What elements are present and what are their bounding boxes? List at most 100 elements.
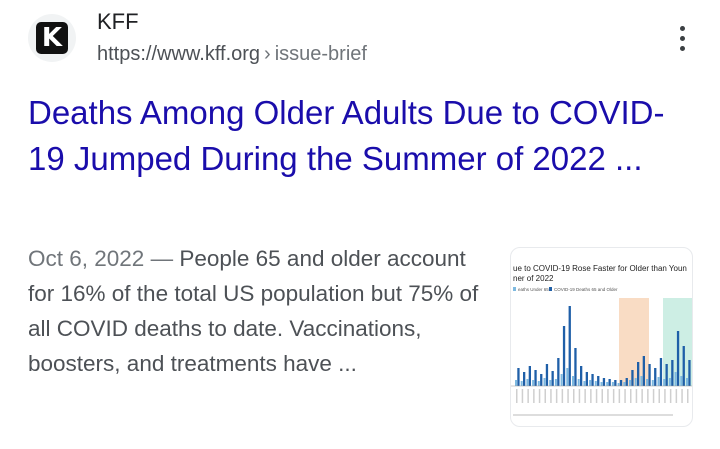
bar-under65	[572, 376, 574, 386]
bar-over65	[574, 348, 577, 386]
bar-under65	[549, 380, 552, 386]
tick-label	[578, 389, 581, 403]
bar-under65	[663, 379, 666, 386]
legend-swatch-under65	[513, 287, 516, 291]
bar-over65	[545, 364, 549, 386]
tick-label	[630, 389, 632, 403]
bar-under65	[674, 372, 677, 386]
bar-over65	[614, 380, 617, 386]
bar-under65	[543, 378, 546, 386]
bar-over65	[551, 371, 554, 386]
tick-label	[601, 389, 603, 403]
bar-under65	[554, 379, 557, 386]
bar-under65	[646, 379, 649, 386]
thumbnail-title-line1: ue to COVID-19 Rose Faster for Older tha…	[513, 264, 687, 273]
bar-over65	[625, 378, 628, 386]
bar-over65	[648, 364, 651, 386]
breadcrumb-separator: ›	[264, 43, 271, 65]
bar-over65	[597, 376, 600, 386]
bar-over65	[676, 331, 680, 386]
bar-under65	[634, 378, 637, 386]
bar-under65	[640, 376, 643, 386]
bar-under65	[589, 380, 592, 386]
bar-under65	[606, 382, 609, 386]
site-name[interactable]: KFF	[97, 9, 139, 35]
bar-over65	[688, 360, 691, 386]
tick-label	[544, 389, 546, 403]
thumbnail-title-line2: ner of 2022	[513, 274, 554, 283]
tick-label	[550, 389, 552, 403]
bar-over65	[580, 366, 583, 386]
bar-under65	[600, 382, 603, 386]
bar-over65	[585, 372, 588, 386]
bar-over65	[534, 370, 537, 386]
bar-over65	[528, 366, 531, 386]
bar-under65	[651, 380, 654, 386]
tick-label	[607, 389, 609, 403]
bar-under65	[560, 374, 563, 386]
bar-under65	[617, 383, 620, 386]
tick-label	[584, 389, 586, 403]
bar-under65	[526, 379, 529, 386]
tick-label	[669, 389, 672, 403]
bar-under65	[577, 379, 580, 386]
bar-over65	[682, 346, 685, 386]
bar-under65	[515, 380, 517, 386]
tick-label	[561, 389, 564, 403]
bar-under65	[566, 368, 569, 386]
bar-under65	[594, 381, 597, 386]
result-title-link[interactable]: Deaths Among Older Adults Due to COVID-1…	[28, 90, 698, 182]
result-snippet: Oct 6, 2022 — People 65 and older accoun…	[28, 241, 493, 381]
bar-over65	[523, 372, 526, 386]
bar-over65	[591, 374, 594, 386]
tick-label	[635, 389, 638, 403]
tick-label	[618, 389, 621, 403]
tick-label	[573, 389, 575, 403]
tick-label	[533, 389, 535, 403]
bar-over65	[562, 326, 566, 386]
bar-over65	[557, 358, 560, 386]
result-date: Oct 6, 2022	[28, 246, 145, 271]
bar-under65	[537, 381, 540, 386]
site-url-breadcrumb[interactable]: https://www.kff.org › issue-brief	[97, 43, 367, 66]
site-favicon[interactable]: K	[28, 14, 76, 62]
tick-label	[555, 389, 558, 403]
bar-over65	[568, 306, 571, 386]
bar-over65	[671, 360, 674, 386]
more-options-icon[interactable]	[668, 22, 696, 54]
bar-over65	[659, 358, 663, 386]
tick-label	[624, 389, 626, 403]
tick-label	[658, 389, 660, 403]
kff-logo-icon: K	[36, 22, 68, 54]
url-path: issue-brief	[274, 43, 367, 65]
tick-label	[664, 389, 666, 403]
url-domain: https://www.kff.org	[97, 43, 261, 65]
tick-label	[521, 389, 524, 403]
bar-under65	[611, 382, 614, 386]
bar-over65	[540, 374, 543, 386]
tick-label	[516, 389, 518, 403]
bar-under65	[657, 377, 660, 386]
tick-label	[675, 389, 678, 403]
bar-under65	[686, 378, 688, 386]
tick-label	[687, 389, 689, 403]
bar-under65	[532, 380, 535, 386]
legend-label-under65: eaths Under 65	[518, 287, 549, 292]
bar-under65	[623, 382, 626, 386]
legend-swatch-over65	[549, 287, 552, 291]
thumbnail-chart-image: ue to COVID-19 Rose Faster for Older tha…	[511, 264, 692, 416]
bar-over65	[654, 368, 657, 386]
bar-under65	[583, 381, 586, 386]
bar-under65	[520, 381, 523, 386]
thumbnail-source-note	[513, 414, 673, 416]
bar-over65	[642, 356, 645, 386]
bar-over65	[665, 364, 668, 386]
bar-over65	[637, 362, 640, 386]
result-thumbnail[interactable]: ue to COVID-19 Rose Faster for Older tha…	[510, 247, 693, 427]
tick-label	[681, 389, 683, 403]
tick-label	[527, 389, 529, 403]
bar-over65	[517, 368, 520, 386]
bar-under65	[629, 380, 631, 386]
bar-over65	[602, 378, 606, 386]
tick-label	[590, 389, 592, 403]
